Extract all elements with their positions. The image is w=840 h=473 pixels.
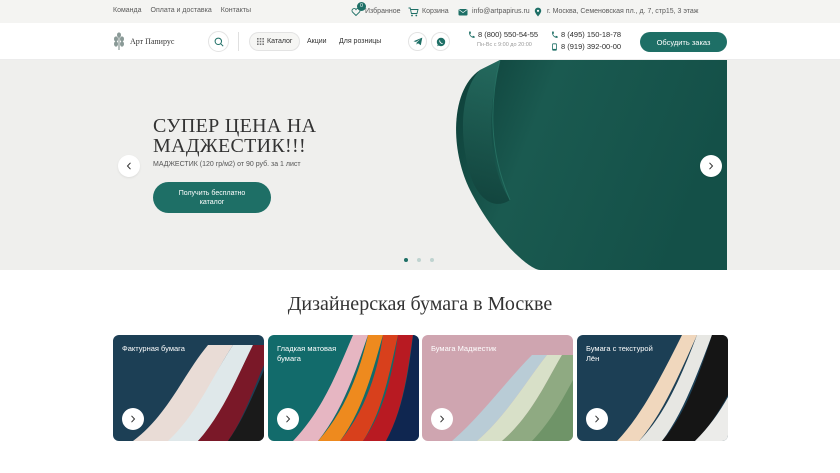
mail-icon xyxy=(458,7,468,17)
hero-paper-image xyxy=(440,60,727,270)
whatsapp-icon xyxy=(436,37,445,46)
hero-title: СУПЕР ЦЕНА НА МАДЖЕСТИК!!! xyxy=(153,115,317,157)
top-link-team[interactable]: Команда xyxy=(113,7,142,14)
email-text: info@artpapirus.ru xyxy=(472,8,530,15)
location-pin-icon xyxy=(533,7,543,17)
chevron-right-icon xyxy=(286,415,291,423)
phone-secondary-1[interactable]: 8 (495) 150-18-78 xyxy=(551,30,621,39)
grid-icon xyxy=(257,38,264,45)
card-label: Бумага Маджестик xyxy=(431,344,497,353)
hero-subtitle: МАДЖЕСТИК (120 гр/м2) от 90 руб. за 1 ли… xyxy=(153,161,301,168)
phone-secondary-1-number: 8 (495) 150-18-78 xyxy=(561,30,622,39)
card-arrow-button[interactable] xyxy=(277,408,299,430)
telegram-icon xyxy=(413,37,422,46)
card-label: Бумага с текстурой Лён xyxy=(586,344,653,363)
top-bar: Команда Оплата и доставка Контакты Избра… xyxy=(0,0,840,23)
slider-dot[interactable] xyxy=(430,258,434,262)
hero-prev-button[interactable] xyxy=(118,155,140,177)
phone-secondary-2[interactable]: 8 (919) 392-00-00 xyxy=(551,42,621,51)
catalog-label: Каталог xyxy=(267,38,293,45)
category-card-majestic[interactable]: Бумага Маджестик xyxy=(422,335,573,441)
cart-link[interactable]: Корзина xyxy=(408,5,449,18)
cart-label: Корзина xyxy=(422,8,449,15)
logo-leaf-icon xyxy=(114,32,124,50)
address: г. Москва, Семеновская пл., д. 7, стр15,… xyxy=(533,5,698,18)
top-link-contacts[interactable]: Контакты xyxy=(221,7,251,14)
discuss-order-button[interactable]: Обсудить заказ xyxy=(640,32,727,52)
top-link-payment-delivery[interactable]: Оплата и доставка xyxy=(151,7,212,14)
hero-banner: СУПЕР ЦЕНА НА МАДЖЕСТИК!!! МАДЖЕСТИК (12… xyxy=(0,60,840,270)
phone-main-number: 8 (800) 550-54-55 xyxy=(478,30,539,39)
nav-promotions[interactable]: Акции xyxy=(307,38,327,45)
chevron-right-icon xyxy=(440,415,445,423)
phone-icon xyxy=(552,31,558,38)
chevron-left-icon xyxy=(126,162,131,170)
card-arrow-button[interactable] xyxy=(122,408,144,430)
category-card-textured[interactable]: Фактурная бумага xyxy=(113,335,264,441)
slider-dot[interactable] xyxy=(404,258,408,262)
hero-next-button[interactable] xyxy=(700,155,722,177)
telegram-button[interactable] xyxy=(408,32,427,51)
main-header: Арт Папирус Каталог Акции Для розницы 8 … xyxy=(0,23,840,60)
catalog-button[interactable]: Каталог xyxy=(249,32,301,51)
cart-icon xyxy=(408,7,419,17)
phone-hours: Пн-Вс с 9:00 до 20:00 xyxy=(477,42,532,48)
chevron-right-icon xyxy=(709,162,714,170)
logo[interactable]: Арт Папирус xyxy=(113,32,174,50)
nav-retail[interactable]: Для розницы xyxy=(339,38,381,45)
phone-block-secondary: 8 (495) 150-18-78 8 (919) 392-00-00 xyxy=(551,30,621,51)
phone-secondary-2-number: 8 (919) 392-00-00 xyxy=(561,42,622,51)
favorites-count-badge: 0 xyxy=(357,2,366,11)
email-link[interactable]: info@artpapirus.ru xyxy=(458,5,530,18)
card-label: Гладкая матовая бумага xyxy=(277,344,337,363)
address-text: г. Москва, Семеновская пл., д. 7, стр15,… xyxy=(547,8,699,15)
free-catalog-button[interactable]: Получить бесплатно каталог xyxy=(153,182,271,213)
phone-block-main: 8 (800) 550-54-55 Пн-Вс с 9:00 до 20:00 xyxy=(468,30,538,48)
section-title: Дизайнерская бумага в Москве xyxy=(287,293,553,315)
mobile-phone-icon xyxy=(552,42,557,51)
card-arrow-button[interactable] xyxy=(431,408,453,430)
slider-dot[interactable] xyxy=(417,258,421,262)
phone-main[interactable]: 8 (800) 550-54-55 xyxy=(468,30,538,39)
whatsapp-button[interactable] xyxy=(431,32,450,51)
logo-text: Арт Папирус xyxy=(130,36,175,46)
chevron-right-icon xyxy=(131,415,136,423)
card-arrow-button[interactable] xyxy=(586,408,608,430)
category-card-smooth-matte[interactable]: Гладкая матовая бумага xyxy=(268,335,419,441)
header-divider xyxy=(238,32,239,51)
search-icon xyxy=(214,37,224,47)
favorites-label: Избранное xyxy=(365,8,401,15)
card-label: Фактурная бумага xyxy=(122,344,185,353)
slider-dots xyxy=(404,258,434,262)
search-button[interactable] xyxy=(208,31,229,52)
category-card-linen-texture[interactable]: Бумага с текстурой Лён xyxy=(577,335,728,441)
phone-icon xyxy=(469,31,475,38)
chevron-right-icon xyxy=(595,415,600,423)
top-links: Команда Оплата и доставка Контакты xyxy=(113,7,251,14)
